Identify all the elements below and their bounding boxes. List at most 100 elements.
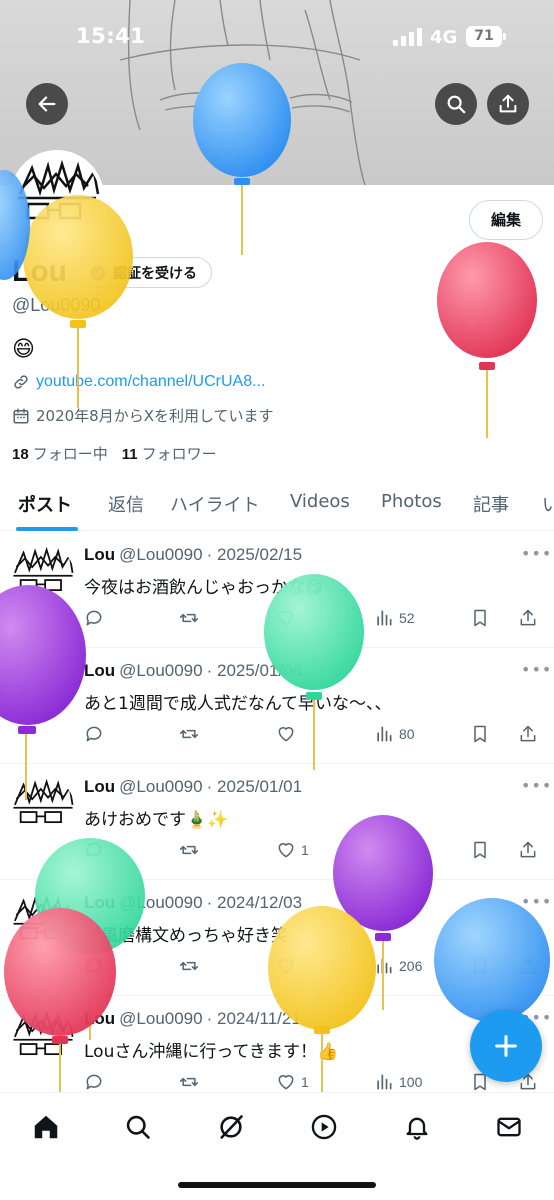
post-author-name[interactable]: Lou <box>84 1009 115 1028</box>
share-post-button[interactable] <box>518 608 538 628</box>
bookmark-button[interactable] <box>470 608 490 628</box>
follow-stats: 18 フォロー中 11 フォロワー <box>12 443 217 464</box>
repost-button[interactable] <box>178 840 200 860</box>
bookmark-icon <box>474 957 486 975</box>
share-post-button[interactable] <box>518 724 538 744</box>
back-button[interactable] <box>26 83 68 125</box>
grok-icon <box>220 1115 243 1139</box>
bookmark-button[interactable] <box>470 724 490 744</box>
post-text: Louさん沖縄に行ってきます！👍 <box>84 1042 339 1062</box>
more-options-icon[interactable]: ••• <box>521 776 552 795</box>
view-count: 52 <box>399 610 415 626</box>
reply-button[interactable] <box>84 956 104 976</box>
post-author-handle: @Lou0090 <box>119 661 203 680</box>
reply-button[interactable] <box>84 724 104 744</box>
nav-home[interactable] <box>28 1109 64 1145</box>
post-author-name[interactable]: Lou <box>84 893 115 912</box>
search-button[interactable] <box>435 83 477 125</box>
post-author-name[interactable]: Lou <box>84 661 115 680</box>
bookmark-button[interactable] <box>470 956 490 976</box>
bookmark-button[interactable] <box>470 840 490 860</box>
home-indicator <box>178 1182 376 1188</box>
nav-messages[interactable] <box>491 1109 527 1145</box>
reply-icon <box>86 958 102 974</box>
views-button[interactable]: 206 <box>374 956 422 976</box>
reply-button[interactable] <box>84 608 104 628</box>
views-button[interactable]: 80 <box>374 724 415 744</box>
tab-highlights[interactable]: ハイライト <box>170 491 260 517</box>
repost-icon <box>179 729 199 739</box>
following-link[interactable]: 18 フォロー中 <box>12 443 108 464</box>
share-post-button[interactable] <box>518 840 538 860</box>
get-verified-label: 認証を受ける <box>113 265 197 282</box>
more-options-icon[interactable]: ••• <box>521 544 552 563</box>
post-avatar[interactable] <box>12 1008 74 1070</box>
bar-chart-icon <box>377 610 392 626</box>
post-text: 今夜はお酒飲んじゃおっかな😋 <box>84 578 323 598</box>
profile-link-text[interactable]: youtube.com/channel/UCrUA8... <box>36 373 265 391</box>
nav-notifications[interactable] <box>399 1109 435 1145</box>
tab-videos[interactable]: Videos <box>290 491 350 512</box>
views-button[interactable]: 100 <box>374 1072 422 1092</box>
edit-profile-button[interactable]: 編集 <box>469 200 543 240</box>
tab-photos[interactable]: Photos <box>381 491 442 512</box>
like-button[interactable] <box>276 956 301 976</box>
post-avatar[interactable] <box>12 892 74 954</box>
post-date: · 2024/11/21 <box>206 1009 301 1028</box>
post-date: · 2025/01/06 <box>206 661 303 680</box>
nav-grok[interactable] <box>213 1109 249 1145</box>
post-item[interactable]: Lou @Lou0090 · 2025/01/06 ••• あと1週間で成人式だなんて早… <box>0 648 554 764</box>
like-button[interactable] <box>276 724 301 744</box>
post-avatar[interactable] <box>12 660 74 722</box>
share-post-button[interactable] <box>518 956 538 976</box>
post-avatar-drawing <box>12 544 74 606</box>
mail-icon <box>497 1117 521 1137</box>
reply-button[interactable] <box>84 840 104 860</box>
post-author-handle: @Lou0090 <box>119 1009 203 1028</box>
repost-button[interactable] <box>178 724 200 744</box>
nav-search[interactable] <box>120 1109 156 1145</box>
like-button[interactable] <box>276 608 301 628</box>
network-type: 4G <box>430 27 458 48</box>
repost-button[interactable] <box>178 956 200 976</box>
post-header: Lou @Lou0090 · 2024/11/21 <box>84 1009 301 1029</box>
post-author-name[interactable]: Lou <box>84 545 115 564</box>
profile-avatar[interactable] <box>10 150 104 244</box>
tab-articles[interactable]: 記事 <box>473 491 509 517</box>
bar-chart-icon <box>377 958 392 974</box>
post-item[interactable]: Lou @Lou0090 · 2024/12/03 ••• 池風磨構文めっちゃ好き笑 20… <box>0 880 554 996</box>
profile-link[interactable]: youtube.com/channel/UCrUA8... <box>12 373 265 391</box>
post-item[interactable]: Lou @Lou0090 · 2025/01/01 ••• あけおめです🎍✨ 1 83 <box>0 764 554 880</box>
get-verified-button[interactable]: 認証を受ける <box>76 257 212 288</box>
repost-icon <box>179 613 199 623</box>
views-button[interactable]: 83 <box>374 840 415 860</box>
tab-replies[interactable]: 返信 <box>108 491 144 517</box>
compose-post-button[interactable] <box>470 1010 542 1082</box>
post-author-name[interactable]: Lou <box>84 777 115 796</box>
tab-posts[interactable]: ポスト <box>18 491 72 517</box>
share-icon <box>520 609 536 626</box>
post-item[interactable]: Lou @Lou0090 · 2025/02/15 ••• 今夜はお酒飲んじゃおっかな😋… <box>0 532 554 648</box>
post-avatar[interactable] <box>12 776 74 838</box>
like-button[interactable]: 1 <box>276 840 309 860</box>
bookmark-icon <box>474 725 486 743</box>
views-button[interactable]: 52 <box>374 608 415 628</box>
arrow-left-icon <box>38 96 56 112</box>
search-icon <box>447 95 466 114</box>
more-options-icon[interactable]: ••• <box>521 660 552 679</box>
share-button[interactable] <box>487 83 529 125</box>
repost-button[interactable] <box>178 608 200 628</box>
reply-button[interactable] <box>84 1072 104 1092</box>
active-tab-indicator <box>16 527 78 531</box>
heart-icon <box>278 1075 294 1090</box>
more-options-icon[interactable]: ••• <box>521 892 552 911</box>
tab-likes[interactable]: い <box>542 491 554 517</box>
followers-link[interactable]: 11 フォロワー <box>122 443 217 464</box>
nav-videos[interactable] <box>306 1109 342 1145</box>
repost-button[interactable] <box>178 1072 200 1092</box>
like-button[interactable]: 1 <box>276 1072 309 1092</box>
view-count: 80 <box>399 726 415 742</box>
bookmark-icon <box>474 609 486 627</box>
post-avatar[interactable] <box>12 544 74 606</box>
post-avatar-drawing <box>12 776 74 838</box>
